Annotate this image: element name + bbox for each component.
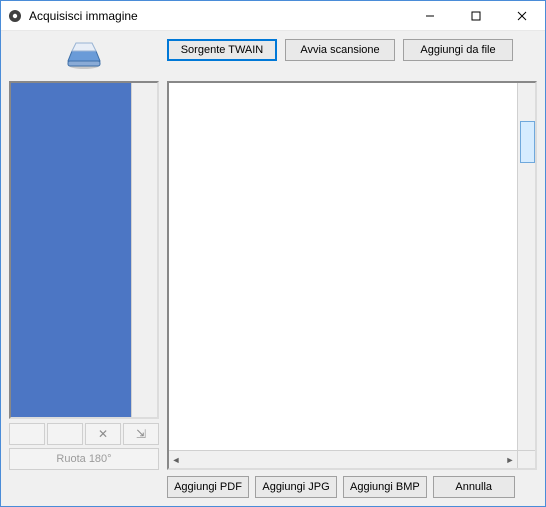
window-controls [407, 1, 545, 30]
close-button[interactable] [499, 1, 545, 30]
thumbnail-list[interactable] [9, 81, 159, 419]
add-from-file-button[interactable]: Aggiungi da file [403, 39, 513, 61]
left-panel: ✕ ⇲ Ruota 180° [9, 81, 159, 470]
minimize-button[interactable] [407, 1, 453, 30]
bottom-buttons: Aggiungi PDF Aggiungi JPG Aggiungi BMP A… [167, 476, 537, 498]
add-pdf-button[interactable]: Aggiungi PDF [167, 476, 249, 498]
preview-panel: ◄ ► [167, 81, 537, 470]
rotate-180-button[interactable]: Ruota 180° [9, 448, 159, 470]
titlebar[interactable]: Acquisisci immagine [1, 1, 545, 31]
left-toolbar: ✕ ⇲ [9, 423, 159, 445]
scrollbar-thumb[interactable] [520, 121, 535, 163]
move-button[interactable]: ⇲ [123, 423, 159, 445]
cancel-button[interactable]: Annulla [433, 476, 515, 498]
scroll-corner [517, 450, 535, 468]
thumbnail-placeholder [11, 83, 131, 417]
preview-vertical-scrollbar[interactable] [517, 83, 535, 450]
add-bmp-button[interactable]: Aggiungi BMP [343, 476, 427, 498]
scanner-icon [64, 37, 104, 71]
app-icon [7, 8, 23, 24]
delete-button[interactable]: ✕ [85, 423, 121, 445]
toolbar-btn-1[interactable] [9, 423, 45, 445]
bottom-row: Aggiungi PDF Aggiungi JPG Aggiungi BMP A… [9, 476, 537, 498]
scroll-right-arrow-icon[interactable]: ► [503, 451, 517, 468]
expand-icon: ⇲ [136, 427, 146, 441]
thumbnail-scrollbar[interactable] [131, 83, 157, 417]
preview-horizontal-scrollbar[interactable]: ◄ ► [169, 450, 517, 468]
add-jpg-button[interactable]: Aggiungi JPG [255, 476, 337, 498]
toolbar-btn-2[interactable] [47, 423, 83, 445]
start-scan-button[interactable]: Avvia scansione [285, 39, 395, 61]
twain-source-button[interactable]: Sorgente TWAIN [167, 39, 277, 61]
top-buttons: Sorgente TWAIN Avvia scansione Aggiungi … [167, 37, 537, 61]
scroll-left-arrow-icon[interactable]: ◄ [169, 451, 183, 468]
scanner-icon-wrap [9, 37, 159, 71]
maximize-button[interactable] [453, 1, 499, 30]
preview-canvas[interactable] [169, 83, 517, 450]
mid-row: ✕ ⇲ Ruota 180° ◄ ► [9, 81, 537, 470]
window-root: Acquisisci immagine [0, 0, 546, 507]
window-title: Acquisisci immagine [29, 9, 138, 23]
client-area: Sorgente TWAIN Avvia scansione Aggiungi … [1, 31, 545, 506]
top-row: Sorgente TWAIN Avvia scansione Aggiungi … [9, 37, 537, 77]
delete-icon: ✕ [98, 427, 108, 441]
